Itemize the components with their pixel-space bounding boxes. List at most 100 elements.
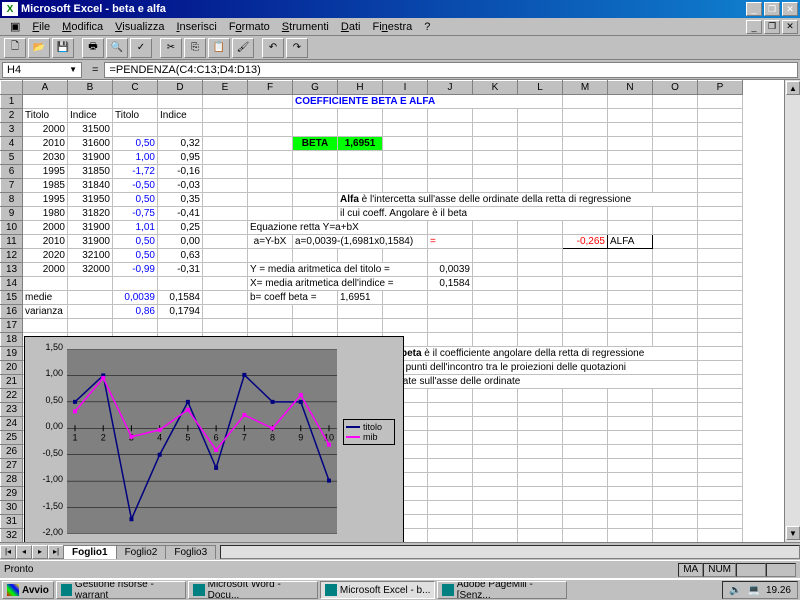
- col-header-N[interactable]: N: [608, 81, 653, 95]
- cell-M6[interactable]: [563, 165, 608, 179]
- horizontal-scrollbar[interactable]: [220, 545, 800, 559]
- cell-J12[interactable]: [428, 249, 473, 263]
- cell-O11[interactable]: [653, 235, 698, 249]
- cell-M22[interactable]: [563, 389, 608, 403]
- cell-G1[interactable]: COEFFICIENTE BETA E ALFA: [293, 95, 563, 109]
- cell-F2[interactable]: [248, 109, 293, 123]
- cell-G12[interactable]: [293, 249, 338, 263]
- row-header-32[interactable]: 32: [1, 529, 23, 543]
- cell-E14[interactable]: [203, 277, 248, 291]
- cell-H17[interactable]: [338, 319, 383, 333]
- cell-P10[interactable]: [698, 221, 743, 235]
- cell-P20[interactable]: [698, 361, 743, 375]
- col-header-D[interactable]: D: [158, 81, 203, 95]
- cell-P31[interactable]: [698, 515, 743, 529]
- cell-A11[interactable]: 2010: [23, 235, 68, 249]
- cell-E8[interactable]: [203, 193, 248, 207]
- cell-M4[interactable]: [563, 137, 608, 151]
- cell-P2[interactable]: [698, 109, 743, 123]
- cell-K30[interactable]: [473, 501, 518, 515]
- cell-P1[interactable]: [698, 95, 743, 109]
- cell-G4[interactable]: BETA: [293, 137, 338, 151]
- taskbar-item-2[interactable]: Microsoft Excel - b...: [320, 581, 436, 599]
- cell-F7[interactable]: [248, 179, 293, 193]
- menu-dati[interactable]: Dati: [335, 20, 367, 34]
- cell-A15[interactable]: medie: [23, 291, 68, 305]
- cell-P24[interactable]: [698, 417, 743, 431]
- cell-C11[interactable]: 0,50: [113, 235, 158, 249]
- cell-O4[interactable]: [653, 137, 698, 151]
- sheet-tab-2[interactable]: Foglio2: [116, 545, 167, 559]
- new-button[interactable]: 🗋: [4, 38, 26, 58]
- cell-J2[interactable]: [428, 109, 473, 123]
- cell-C13[interactable]: -0,99: [113, 263, 158, 277]
- cell-O24[interactable]: [653, 417, 698, 431]
- formula-input[interactable]: =PENDENZA(C4:C13;D4:D13): [104, 62, 798, 78]
- cell-O25[interactable]: [653, 431, 698, 445]
- row-header-18[interactable]: 18: [1, 333, 23, 347]
- tab-last[interactable]: ▸|: [48, 545, 64, 559]
- row-header-25[interactable]: 25: [1, 431, 23, 445]
- cell-M11[interactable]: -0,265: [563, 235, 608, 249]
- cell-B6[interactable]: 31850: [68, 165, 113, 179]
- cell-A8[interactable]: 1995: [23, 193, 68, 207]
- maximize-button[interactable]: ❐: [764, 2, 780, 16]
- cell-N22[interactable]: [608, 389, 653, 403]
- cell-H6[interactable]: [338, 165, 383, 179]
- cell-F3[interactable]: [248, 123, 293, 137]
- row-header-19[interactable]: 19: [1, 347, 23, 361]
- cell-K24[interactable]: [473, 417, 518, 431]
- cell-G5[interactable]: [293, 151, 338, 165]
- cell-L29[interactable]: [518, 487, 563, 501]
- cell-P25[interactable]: [698, 431, 743, 445]
- close-button[interactable]: ✕: [782, 2, 798, 16]
- cell-P22[interactable]: [698, 389, 743, 403]
- cell-O14[interactable]: [653, 277, 698, 291]
- cell-B14[interactable]: [68, 277, 113, 291]
- row-header-20[interactable]: 20: [1, 361, 23, 375]
- row-header-1[interactable]: 1: [1, 95, 23, 109]
- cell-N6[interactable]: [608, 165, 653, 179]
- cell-C17[interactable]: [113, 319, 158, 333]
- taskbar-item-0[interactable]: Gestione risorse - warrant: [56, 581, 186, 599]
- cell-P15[interactable]: [698, 291, 743, 305]
- cell-G8[interactable]: [293, 193, 338, 207]
- cell-B9[interactable]: 31820: [68, 207, 113, 221]
- name-box[interactable]: H4 ▼: [2, 62, 82, 78]
- cell-L14[interactable]: [518, 277, 563, 291]
- cell-K23[interactable]: [473, 403, 518, 417]
- cell-H9[interactable]: il cui coeff. Angolare è il beta: [338, 207, 608, 221]
- cell-N23[interactable]: [608, 403, 653, 417]
- taskbar-item-1[interactable]: Microsoft Word - Docu...: [188, 581, 318, 599]
- cell-K7[interactable]: [473, 179, 518, 193]
- tray-icon-1[interactable]: 🔊: [729, 585, 741, 596]
- cell-C12[interactable]: 0,50: [113, 249, 158, 263]
- cell-I16[interactable]: [383, 305, 428, 319]
- cell-N17[interactable]: [608, 319, 653, 333]
- minimize-button[interactable]: _: [746, 2, 762, 16]
- cell-G7[interactable]: [293, 179, 338, 193]
- cell-F9[interactable]: [248, 207, 293, 221]
- cell-K31[interactable]: [473, 515, 518, 529]
- cell-I7[interactable]: [383, 179, 428, 193]
- namebox-dropdown-icon[interactable]: ▼: [69, 65, 77, 74]
- cell-P30[interactable]: [698, 501, 743, 515]
- cell-D15[interactable]: 0,1584: [158, 291, 203, 305]
- cell-L25[interactable]: [518, 431, 563, 445]
- col-header-A[interactable]: A: [23, 81, 68, 95]
- cell-K4[interactable]: [473, 137, 518, 151]
- cell-B1[interactable]: [68, 95, 113, 109]
- cell-K6[interactable]: [473, 165, 518, 179]
- cell-B11[interactable]: 31900: [68, 235, 113, 249]
- menu-finestra[interactable]: Finestra: [366, 20, 418, 34]
- col-header-I[interactable]: I: [383, 81, 428, 95]
- cell-F10[interactable]: Equazione retta Y=a+bX: [248, 221, 428, 235]
- cell-A17[interactable]: [23, 319, 68, 333]
- col-header-E[interactable]: E: [203, 81, 248, 95]
- cell-N2[interactable]: [608, 109, 653, 123]
- scroll-up-icon[interactable]: ▲: [786, 81, 800, 95]
- taskbar-item-3[interactable]: Adobe PageMill - [Senz...: [437, 581, 567, 599]
- cell-D6[interactable]: -0,16: [158, 165, 203, 179]
- cell-J26[interactable]: [428, 445, 473, 459]
- cell-B2[interactable]: Indice: [68, 109, 113, 123]
